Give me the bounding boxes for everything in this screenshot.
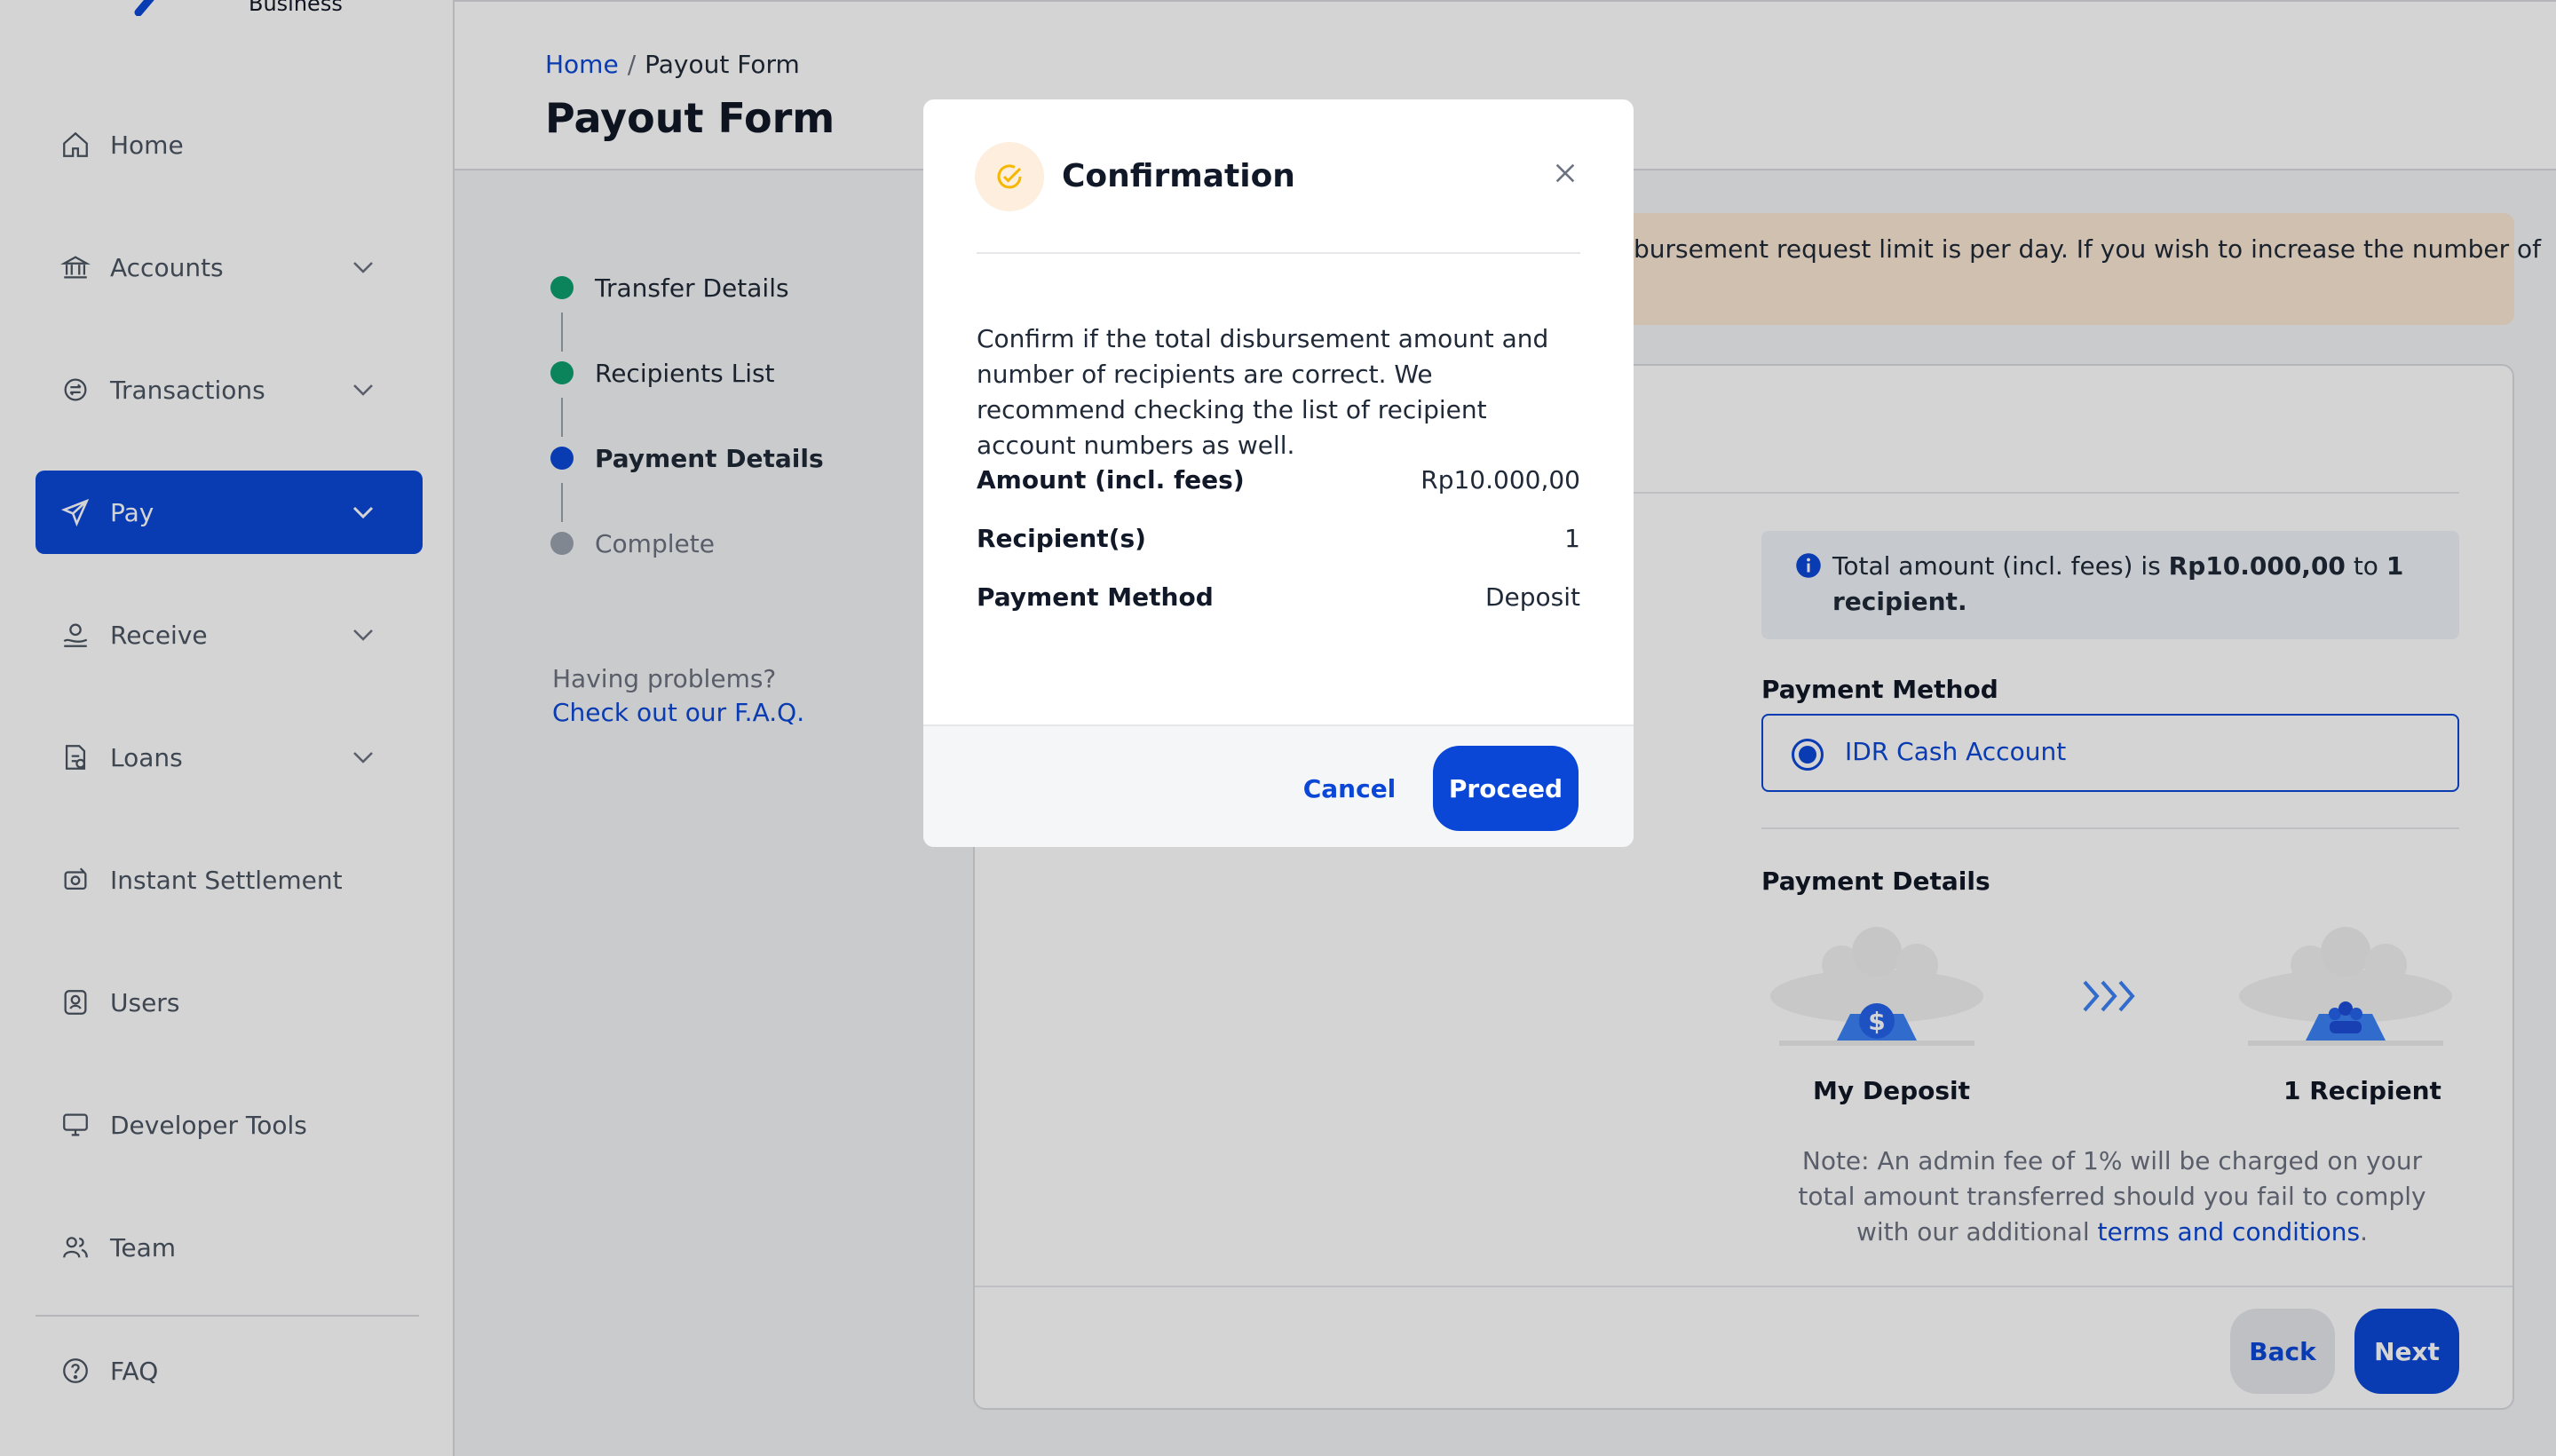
summary-value: Deposit [1484,582,1580,612]
summary-row-recipients: Recipient(s) 1 [977,524,1580,559]
cancel-button[interactable]: Cancel [1289,746,1410,831]
confirm-badge [975,142,1044,211]
summary-value: 1 [1564,524,1580,553]
summary-value: Rp10.000,00 [1420,465,1580,495]
summary-row-payment-method: Payment Method Deposit [977,582,1580,618]
proceed-button[interactable]: Proceed [1433,746,1579,831]
modal-description: Confirm if the total disbursement amount… [977,324,1549,460]
close-icon[interactable] [1547,154,1584,192]
summary-label: Amount (incl. fees) [977,465,1245,495]
confirmation-dialog: Confirmation Confirm if the total disbur… [923,99,1634,847]
check-circle-icon [997,164,1022,189]
summary-row-amount: Amount (incl. fees) Rp10.000,00 [977,465,1580,501]
summary-label: Recipient(s) [977,524,1146,553]
modal-title: Confirmation [1062,158,1295,194]
summary-label: Payment Method [977,582,1214,612]
modal-divider [977,252,1580,254]
modal-footer: Cancel Proceed [923,724,1634,847]
